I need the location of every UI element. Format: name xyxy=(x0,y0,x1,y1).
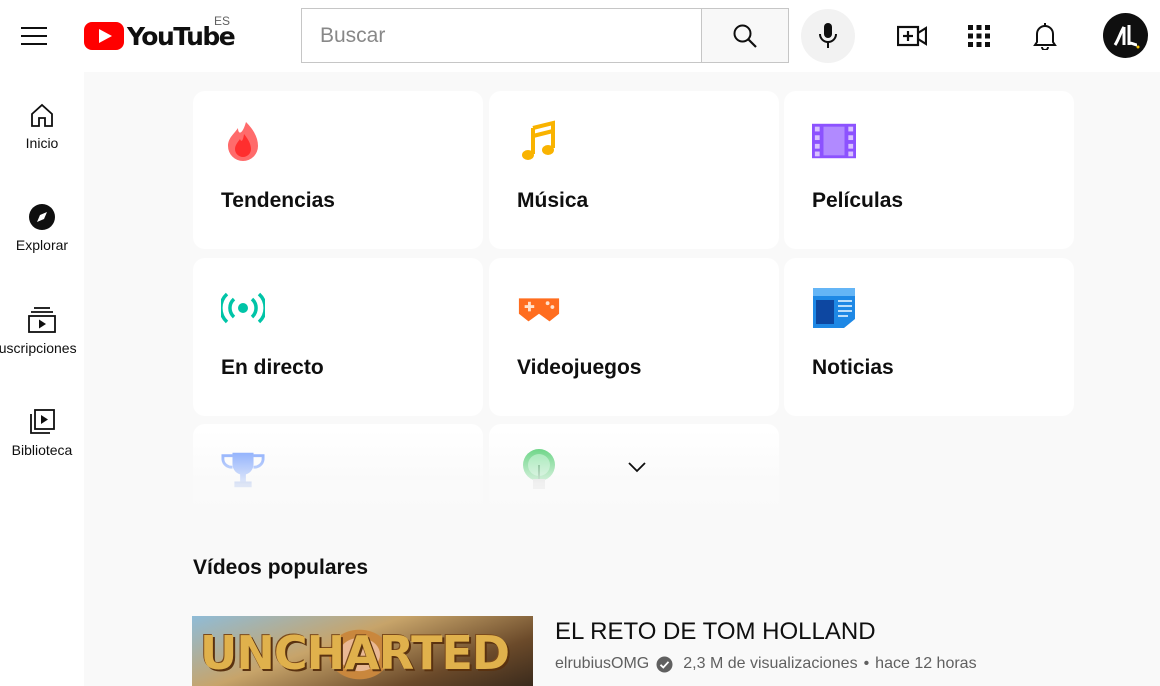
video-meta: elrubiusOMG 2,3 M de visualizaciones • h… xyxy=(555,655,977,673)
category-label: Tendencias xyxy=(221,189,335,212)
country-code: ES xyxy=(214,14,231,28)
category-label: Videojuegos xyxy=(517,356,642,379)
avatar[interactable] xyxy=(1103,13,1148,58)
gamepad-icon xyxy=(517,286,561,330)
notifications-button[interactable] xyxy=(1023,14,1067,58)
sidebar-item-biblioteca[interactable]: Biblioteca xyxy=(0,379,84,469)
lightbulb-icon xyxy=(517,448,561,492)
video-camera-add-icon xyxy=(897,25,927,47)
apps-grid-icon xyxy=(968,25,990,47)
sidebar-item-label: Suscripciones xyxy=(0,340,77,356)
meta-separator: • xyxy=(863,655,870,672)
voice-search-button[interactable] xyxy=(801,9,855,63)
category-label: Música xyxy=(517,189,589,212)
film-strip-icon xyxy=(812,119,856,163)
subscriptions-icon xyxy=(28,305,56,335)
search-button[interactable] xyxy=(701,8,789,63)
category-videojuegos[interactable]: Videojuegos xyxy=(489,258,779,416)
sidebar-item-suscripciones[interactable]: Suscripciones xyxy=(0,277,84,367)
category-peliculas[interactable]: Películas xyxy=(784,91,1074,249)
trophy-icon xyxy=(221,448,265,492)
chevron-down-icon xyxy=(628,462,646,473)
section-title: Vídeos populares xyxy=(193,556,369,579)
sidebar-item-label: Explorar xyxy=(15,237,69,253)
category-label: Películas xyxy=(812,189,904,212)
menu-icon[interactable] xyxy=(12,14,56,58)
explore-icon xyxy=(28,202,56,232)
search-input[interactable] xyxy=(302,9,702,62)
microphone-icon xyxy=(819,23,837,48)
thumbnail-title-art: UNCHARTED xyxy=(200,626,510,680)
sidebar: Inicio Explorar Suscripciones Biblioteca xyxy=(0,72,84,686)
live-broadcast-icon xyxy=(221,286,265,330)
channel-name[interactable]: elrubiusOMG xyxy=(555,655,649,673)
category-tendencias[interactable]: Tendencias xyxy=(193,91,483,249)
search-icon xyxy=(733,24,757,48)
category-label: Noticias xyxy=(812,356,894,379)
upload-age: hace 12 horas xyxy=(875,655,977,672)
trending-flame-icon xyxy=(221,119,265,163)
avatar-logo-icon xyxy=(1113,24,1139,48)
video-title[interactable]: EL RETO DE TOM HOLLAND xyxy=(555,618,876,646)
category-noticias[interactable]: Noticias xyxy=(784,258,1074,416)
sidebar-item-explorar[interactable]: Explorar xyxy=(0,174,84,264)
view-count: 2,3 M de visualizaciones xyxy=(683,655,858,672)
search-box xyxy=(301,8,702,63)
youtube-play-icon xyxy=(84,22,124,50)
category-deportes[interactable] xyxy=(193,424,483,504)
top-header: YouTube ES xyxy=(0,0,1160,72)
sidebar-item-inicio[interactable]: Inicio xyxy=(0,72,84,162)
sidebar-item-label: Inicio xyxy=(25,135,59,151)
sidebar-item-label: Biblioteca xyxy=(11,442,73,458)
verified-check-icon xyxy=(656,656,673,673)
youtube-logo[interactable]: YouTube xyxy=(84,18,236,54)
category-label: En directo xyxy=(221,356,324,379)
category-en-directo[interactable]: En directo xyxy=(193,258,483,416)
create-video-button[interactable] xyxy=(890,14,934,58)
video-thumbnail[interactable]: UNCHARTED xyxy=(192,616,533,686)
home-icon xyxy=(29,100,55,130)
music-note-icon xyxy=(517,119,561,163)
library-icon xyxy=(29,407,55,437)
expand-categories-button[interactable] xyxy=(620,450,654,484)
category-musica[interactable]: Música xyxy=(489,91,779,249)
bell-icon xyxy=(1033,23,1057,50)
newspaper-icon xyxy=(812,286,856,330)
apps-button[interactable] xyxy=(957,14,1001,58)
